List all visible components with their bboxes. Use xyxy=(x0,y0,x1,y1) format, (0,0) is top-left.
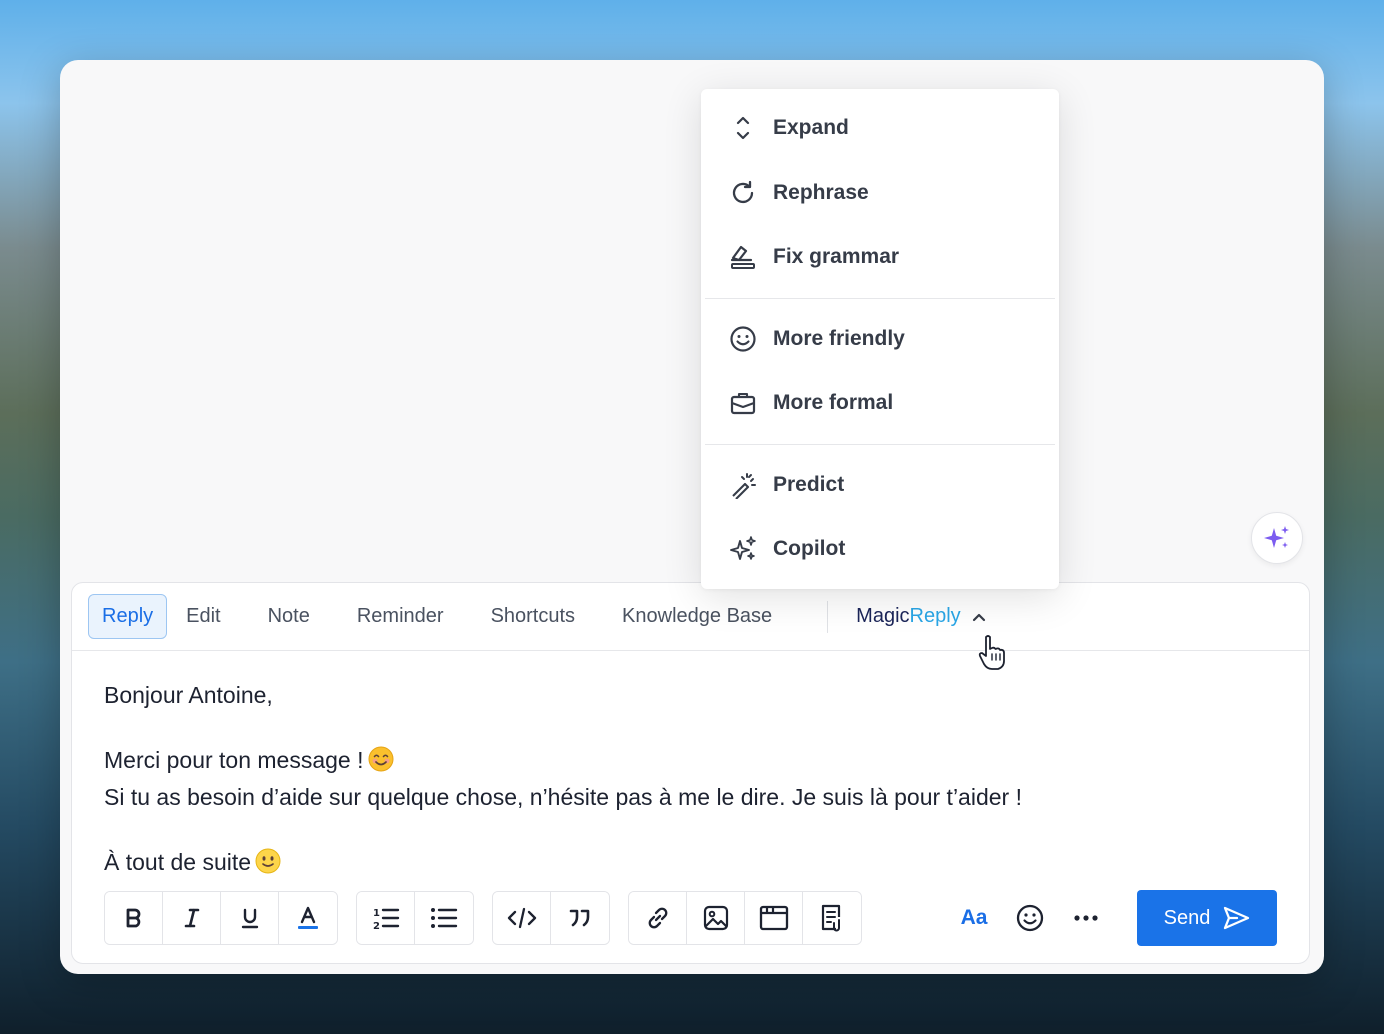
chevron-up-icon xyxy=(972,613,985,621)
magic-wand-icon xyxy=(729,471,757,499)
embed-button[interactable] xyxy=(745,892,803,944)
menu-item-label: More formal xyxy=(773,391,894,415)
svg-text:2: 2 xyxy=(373,921,380,931)
underline-icon xyxy=(241,908,258,929)
italic-icon xyxy=(184,908,199,928)
menu-item-more-formal[interactable]: More formal xyxy=(701,371,1059,436)
magic-reply-menu: Expand Rephrase Fix grammar More friendl… xyxy=(701,89,1059,589)
more-options-button[interactable] xyxy=(1061,893,1111,943)
emoji-button[interactable] xyxy=(1005,893,1055,943)
menu-item-predict[interactable]: Predict xyxy=(701,453,1059,518)
browser-window-icon xyxy=(759,905,788,931)
font-label: Aa xyxy=(960,906,988,929)
bullet-list-icon xyxy=(431,908,458,928)
tab-note[interactable]: Note xyxy=(254,594,324,639)
ordered-list-icon: 12 xyxy=(373,908,399,931)
text-color-button[interactable] xyxy=(279,892,337,944)
rephrase-icon xyxy=(729,179,757,207)
editor-line-text: Merci pour ton message ! xyxy=(104,747,364,773)
slight-smile-emoji-icon xyxy=(255,848,281,883)
document-attachment-icon xyxy=(821,904,841,932)
underline-button[interactable] xyxy=(221,892,279,944)
sparkles-icon xyxy=(729,535,757,563)
image-button[interactable] xyxy=(687,892,745,944)
smiley-icon xyxy=(729,325,757,353)
send-icon xyxy=(1224,906,1250,930)
message-editor[interactable]: Bonjour Antoine, Merci pour ton message … xyxy=(72,651,1309,882)
menu-item-label: Fix grammar xyxy=(773,245,900,269)
editor-line: Si tu as besoin d’aide sur quelque chose… xyxy=(104,783,1022,810)
menu-item-rephrase[interactable]: Rephrase xyxy=(701,161,1059,226)
magic-reply-label-part1: Magic xyxy=(856,605,910,627)
quote-icon xyxy=(569,909,590,927)
font-button[interactable]: Aa xyxy=(949,893,999,943)
bold-icon xyxy=(126,908,140,928)
menu-item-label: Rephrase xyxy=(773,180,869,204)
menu-item-label: More friendly xyxy=(773,326,905,350)
pointer-cursor-icon xyxy=(977,634,1007,677)
ordered-list-button[interactable]: 12 xyxy=(357,892,415,944)
send-label: Send xyxy=(1163,906,1211,929)
menu-divider xyxy=(705,297,1055,299)
code-icon xyxy=(507,907,536,929)
composer-tabs: Reply Edit Note Reminder Shortcuts Knowl… xyxy=(72,583,1309,651)
svg-text:1: 1 xyxy=(373,908,380,919)
menu-item-expand[interactable]: Expand xyxy=(701,96,1059,161)
attachment-button[interactable] xyxy=(803,892,861,944)
right-tools: Aa Send xyxy=(943,890,1277,946)
expand-icon xyxy=(729,114,757,142)
format-toolbar: 12 Aa Send xyxy=(104,890,1277,946)
eraser-icon xyxy=(729,243,757,271)
editor-line-text: À tout de suite xyxy=(104,848,252,875)
magic-ai-button[interactable] xyxy=(1251,512,1303,564)
menu-item-label: Copilot xyxy=(773,537,846,561)
tab-reminder[interactable]: Reminder xyxy=(343,594,458,639)
list-group: 12 xyxy=(356,891,474,945)
smiley-icon xyxy=(1016,904,1044,932)
send-button[interactable]: Send xyxy=(1137,890,1277,946)
tab-shortcuts[interactable]: Shortcuts xyxy=(477,594,589,639)
magic-reply-label-part2: Reply xyxy=(909,605,961,627)
magic-reply-tab[interactable]: MagicReply xyxy=(856,605,987,628)
sparkles-icon xyxy=(1264,526,1289,548)
menu-item-fix-grammar[interactable]: Fix grammar xyxy=(701,225,1059,290)
link-icon xyxy=(648,907,667,929)
menu-item-copilot[interactable]: Copilot xyxy=(701,517,1059,582)
quote-button[interactable] xyxy=(551,892,609,944)
bullet-list-button[interactable] xyxy=(415,892,473,944)
code-group xyxy=(492,891,610,945)
briefcase-icon xyxy=(729,389,757,417)
smiling-blush-emoji-icon xyxy=(368,746,394,781)
bold-button[interactable] xyxy=(105,892,163,944)
editor-line: À tout de suite xyxy=(104,846,1277,883)
tab-edit[interactable]: Edit xyxy=(172,594,234,639)
editor-line: Bonjour Antoine, xyxy=(104,682,273,708)
link-button[interactable] xyxy=(629,892,687,944)
app-window: Reply Edit Note Reminder Shortcuts Knowl… xyxy=(60,60,1324,974)
text-style-group xyxy=(104,891,338,945)
menu-item-label: Expand xyxy=(773,116,849,140)
editor-line: Merci pour ton message ! xyxy=(104,744,1277,781)
tab-knowledge-base[interactable]: Knowledge Base xyxy=(608,594,786,639)
code-button[interactable] xyxy=(493,892,551,944)
insert-group xyxy=(628,891,862,945)
italic-button[interactable] xyxy=(163,892,221,944)
menu-item-more-friendly[interactable]: More friendly xyxy=(701,307,1059,372)
menu-item-label: Predict xyxy=(773,472,845,496)
tab-divider xyxy=(827,600,829,633)
more-horizontal-icon xyxy=(1074,915,1098,921)
tab-reply[interactable]: Reply xyxy=(88,594,168,639)
editor-blank-line xyxy=(104,813,1277,846)
reply-composer: Reply Edit Note Reminder Shortcuts Knowl… xyxy=(71,582,1310,964)
editor-blank-line xyxy=(104,712,1277,745)
text-color-icon xyxy=(298,906,318,929)
menu-divider xyxy=(705,443,1055,445)
image-icon xyxy=(703,905,728,931)
